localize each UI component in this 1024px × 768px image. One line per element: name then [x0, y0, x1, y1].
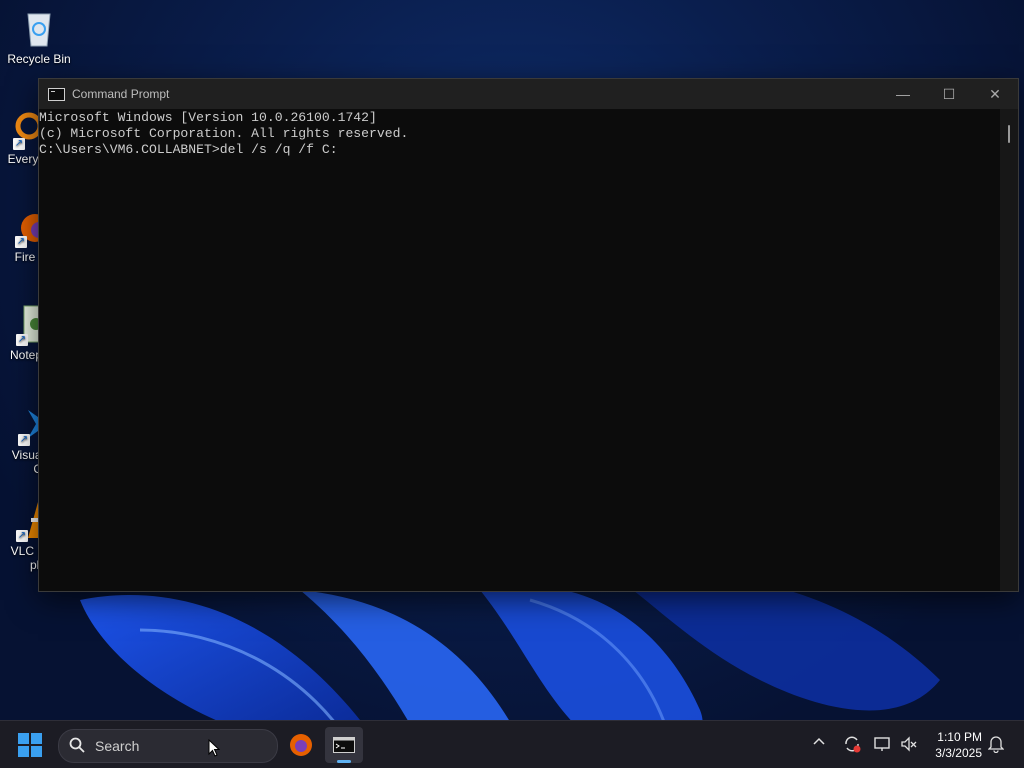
recycle-bin-icon — [19, 8, 59, 48]
search-placeholder: Search — [95, 738, 140, 754]
system-clock[interactable]: 1:10 PM 3/3/2025 — [924, 729, 982, 761]
notification-bell-icon[interactable] — [987, 735, 1005, 756]
start-button[interactable] — [18, 733, 42, 757]
close-button[interactable]: ✕ — [972, 79, 1018, 109]
console-command-line: C:\Users\VM6.COLLABNET>del /s /q /f C: — [39, 142, 338, 157]
console-line: (c) Microsoft Corporation. All rights re… — [39, 126, 409, 141]
clock-date: 3/3/2025 — [935, 746, 982, 760]
clock-time: 1:10 PM — [937, 730, 982, 744]
everything-icon: ↗ — [3, 108, 43, 150]
window-title: Command Prompt — [72, 87, 170, 101]
command-prompt-window[interactable]: Command Prompt — ☐ ✕ Microsoft Windows [… — [38, 78, 1019, 592]
network-icon[interactable] — [874, 735, 892, 756]
shortcut-arrow-icon: ↗ — [16, 334, 28, 346]
vertical-scrollbar[interactable] — [1000, 109, 1018, 591]
taskbar-firefox-button[interactable] — [282, 727, 320, 763]
firefox-icon — [290, 734, 312, 756]
taskbar: Search 1:10 PM 3/3/2025 — [0, 720, 1024, 768]
volume-muted-icon[interactable] — [900, 735, 918, 756]
desktop-icon-recycle-bin[interactable]: Recycle Bin — [0, 8, 78, 66]
shortcut-arrow-icon: ↗ — [15, 236, 27, 248]
desktop-icon-label: Recycle Bin — [7, 52, 71, 66]
tray-chevron-icon[interactable] — [812, 735, 826, 752]
command-prompt-icon — [48, 87, 65, 101]
minimize-button[interactable]: — — [880, 79, 926, 109]
windows-logo-tile — [18, 746, 29, 757]
windows-logo-tile — [18, 733, 29, 744]
windows-logo-tile — [31, 746, 42, 757]
shortcut-arrow-icon: ↗ — [16, 530, 28, 542]
taskbar-command-prompt-button[interactable] — [325, 727, 363, 763]
scrollbar-thumb[interactable] — [1008, 125, 1010, 143]
console-line: Microsoft Windows [Version 10.0.26100.17… — [39, 110, 377, 125]
taskbar-search-box[interactable]: Search — [58, 729, 278, 763]
sync-icon[interactable] — [843, 735, 861, 756]
search-icon — [69, 737, 85, 756]
shortcut-arrow-icon: ↗ — [13, 138, 25, 150]
active-app-indicator — [337, 760, 351, 763]
windows-logo-tile — [31, 733, 42, 744]
command-prompt-icon — [333, 737, 355, 753]
maximize-button[interactable]: ☐ — [926, 79, 972, 109]
shortcut-arrow-icon: ↗ — [18, 434, 30, 446]
mouse-cursor-icon — [208, 738, 221, 762]
console-output[interactable]: Microsoft Windows [Version 10.0.26100.17… — [39, 109, 1000, 591]
window-titlebar[interactable]: Command Prompt — ☐ ✕ — [39, 79, 1018, 109]
